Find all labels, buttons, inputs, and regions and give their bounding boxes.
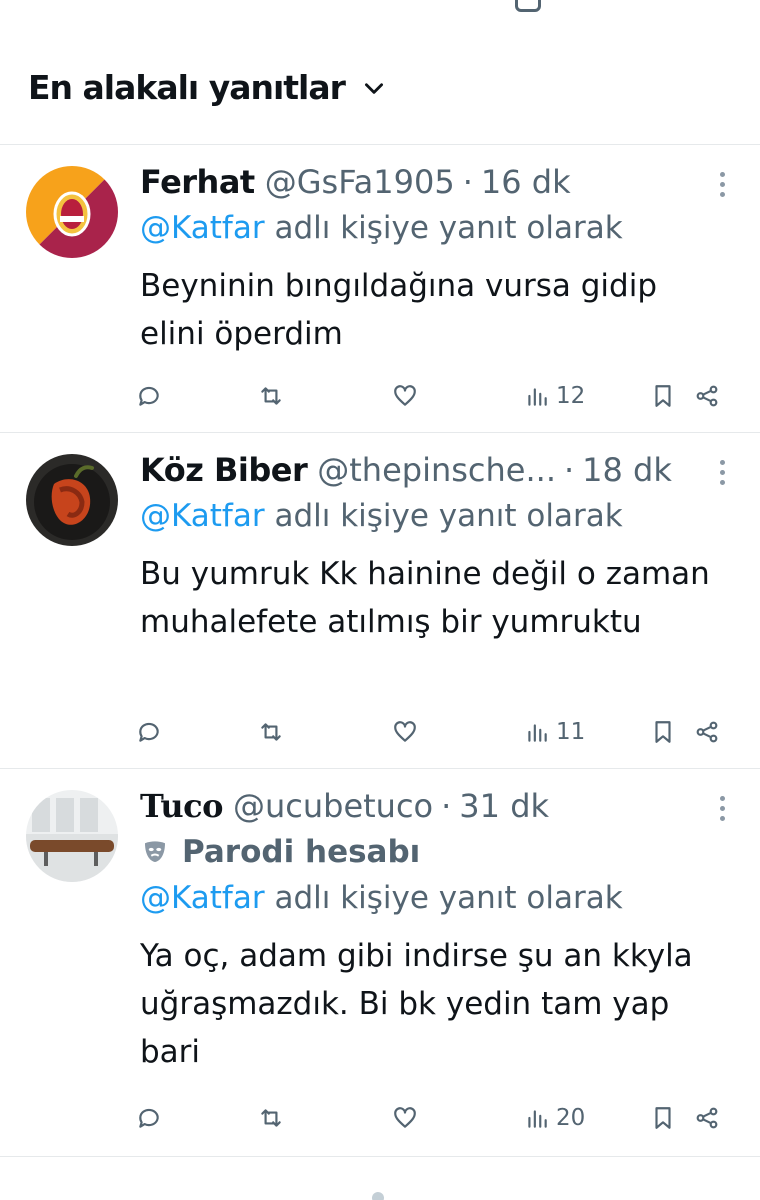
retweet-button[interactable] [258, 1098, 284, 1138]
timestamp[interactable]: 18 dk [582, 450, 672, 490]
heart-icon [394, 385, 416, 406]
mask-icon [145, 841, 165, 862]
share-icon [696, 385, 718, 407]
view-count: 11 [556, 719, 586, 745]
sort-dropdown[interactable]: En alakalı yanıtlar [28, 68, 387, 107]
bookmark-button[interactable] [650, 712, 676, 752]
tweet-text: Ya oç, adam gibi indirse şu an kkyla uğr… [140, 938, 693, 1070]
reply-button[interactable] [136, 376, 162, 416]
avatar[interactable] [26, 166, 118, 258]
like-button[interactable] [392, 712, 418, 752]
mention-link[interactable]: @Katfar [140, 498, 265, 534]
bookmark-icon [655, 385, 671, 407]
separator-dot: · [462, 163, 473, 201]
retweet-button[interactable] [258, 376, 284, 416]
galatasaray-logo-avatar [26, 166, 118, 258]
analytics-icon [528, 724, 547, 742]
bookmark-icon [655, 721, 671, 743]
heart-icon [394, 1107, 416, 1128]
tweet-text: Beyninin bıngıldağına vursa gidip elini … [140, 268, 658, 352]
more-options-icon[interactable] [712, 788, 732, 828]
reply-button[interactable] [136, 1098, 162, 1138]
reply-item[interactable]: Tuco @ucubetuco · 31 dk Parodi hesabı @K… [0, 768, 760, 1154]
display-name[interactable]: Ferhat [140, 162, 255, 202]
comment-icon [139, 1108, 159, 1128]
bookmark-button[interactable] [650, 376, 676, 416]
reply-button[interactable] [136, 712, 162, 752]
share-icon [696, 721, 718, 743]
separator-dot: · [563, 451, 575, 489]
tweet-text: Bu yumruk Kk hainine değil o zaman muhal… [140, 556, 710, 640]
views-button[interactable]: 20 [524, 1098, 585, 1138]
like-button[interactable] [392, 1098, 418, 1138]
reply-context: @Katfar adlı kişiye yanıt olarak [140, 208, 720, 248]
reply-item[interactable]: Ferhat @GsFa1905 · 16 dk @Katfar adlı ki… [0, 144, 760, 432]
timestamp[interactable]: 16 dk [481, 162, 571, 202]
share-icon [696, 1107, 718, 1129]
top-edge-fragment [0, 0, 760, 20]
bookmark-button[interactable] [650, 1098, 676, 1138]
views-button[interactable]: 11 [524, 712, 585, 752]
retweet-button[interactable] [258, 712, 284, 752]
view-count: 20 [556, 1105, 586, 1131]
user-handle[interactable]: @ucubetuco [233, 786, 433, 826]
more-options-icon[interactable] [712, 164, 732, 204]
parody-badge: Parodi hesabı [140, 832, 720, 872]
bookmark-icon-fragment [515, 0, 541, 12]
share-button[interactable] [694, 712, 720, 752]
retweet-icon [261, 723, 281, 741]
mention-link[interactable]: @Katfar [140, 210, 265, 246]
views-button[interactable]: 12 [524, 376, 585, 416]
retweet-icon [261, 1109, 281, 1127]
timestamp[interactable]: 31 dk [459, 786, 549, 826]
action-bar: 20 [136, 1098, 736, 1138]
reply-prefix-text: adlı kişiye yanıt olarak [274, 498, 623, 534]
separator-dot: · [441, 787, 452, 825]
mention-link[interactable]: @Katfar [140, 880, 265, 916]
parody-label: Parodi hesabı [182, 834, 421, 870]
like-button[interactable] [392, 376, 418, 416]
user-handle[interactable]: @thepinsche... [317, 450, 556, 490]
share-button[interactable] [694, 376, 720, 416]
retweet-icon [261, 387, 281, 405]
museum-log-avatar [26, 790, 118, 882]
reply-prefix-text: adlı kişiye yanıt olarak [274, 210, 623, 246]
sort-label: En alakalı yanıtlar [28, 68, 346, 107]
comment-icon [139, 722, 159, 742]
display-name[interactable]: Tuco [140, 786, 223, 826]
bookmark-icon [655, 1107, 671, 1129]
action-bar: 11 [136, 712, 736, 752]
user-handle[interactable]: @GsFa1905 [265, 162, 455, 202]
chevron-down-icon [364, 82, 383, 94]
more-options-icon[interactable] [712, 452, 732, 492]
avatar[interactable] [26, 790, 118, 882]
display-name[interactable]: Köz Biber [140, 450, 308, 490]
reply-prefix-text: adlı kişiye yanıt olarak [274, 880, 623, 916]
heart-icon [394, 721, 416, 742]
comment-icon [139, 386, 159, 406]
action-bar: 12 [136, 376, 736, 416]
divider [0, 1156, 760, 1157]
analytics-icon [528, 1110, 547, 1128]
analytics-icon [528, 388, 547, 406]
reply-item[interactable]: Köz Biber @thepinsche... · 18 dk @Katfar… [0, 432, 760, 768]
view-count: 12 [556, 383, 586, 409]
roasted-pepper-avatar [26, 454, 118, 546]
share-button[interactable] [694, 1098, 720, 1138]
loading-indicator [372, 1192, 384, 1200]
reply-context: @Katfar adlı kişiye yanıt olarak [140, 496, 720, 536]
reply-context: @Katfar adlı kişiye yanıt olarak [140, 878, 720, 918]
avatar[interactable] [26, 454, 118, 546]
